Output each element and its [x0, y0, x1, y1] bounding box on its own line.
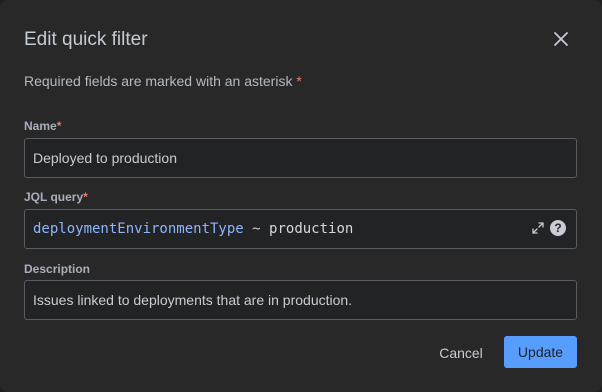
update-button[interactable]: Update — [504, 336, 577, 368]
required-asterisk: * — [296, 73, 302, 89]
jql-required-asterisk: * — [83, 190, 88, 204]
close-icon — [554, 32, 568, 46]
required-note-text: Required fields are marked with an aster… — [24, 73, 293, 89]
description-field-value: Issues linked to deployments that are in… — [33, 292, 353, 308]
dialog-title: Edit quick filter — [24, 29, 148, 50]
jql-query-operator: ~ — [252, 221, 261, 237]
description-label: Description — [24, 262, 91, 276]
required-fields-note: Required fields are marked with an aster… — [24, 72, 302, 90]
description-field[interactable]: Issues linked to deployments that are in… — [24, 280, 577, 320]
jql-query-value: production — [269, 221, 354, 237]
jql-query-text: deploymentEnvironmentType ~ production — [33, 221, 353, 237]
name-label-text: Name — [24, 119, 57, 133]
expand-icon — [532, 222, 544, 234]
jql-query-editor[interactable]: deploymentEnvironmentType ~ production ? — [24, 209, 577, 249]
help-icon[interactable]: ? — [550, 220, 566, 236]
jql-tools: ? — [532, 220, 566, 236]
edit-quick-filter-dialog: Edit quick filter Required fields are ma… — [0, 0, 602, 392]
cancel-button[interactable]: Cancel — [429, 337, 493, 369]
name-field[interactable]: Deployed to production — [24, 138, 577, 178]
name-label: Name* — [24, 118, 61, 134]
expand-editor-button[interactable] — [532, 222, 544, 234]
jql-label: JQL query* — [24, 189, 88, 205]
name-required-asterisk: * — [56, 119, 62, 133]
name-field-value: Deployed to production — [33, 150, 177, 166]
close-button[interactable] — [546, 24, 576, 54]
jql-label-text: JQL query — [24, 190, 84, 204]
jql-query-field: deploymentEnvironmentType — [33, 221, 244, 237]
